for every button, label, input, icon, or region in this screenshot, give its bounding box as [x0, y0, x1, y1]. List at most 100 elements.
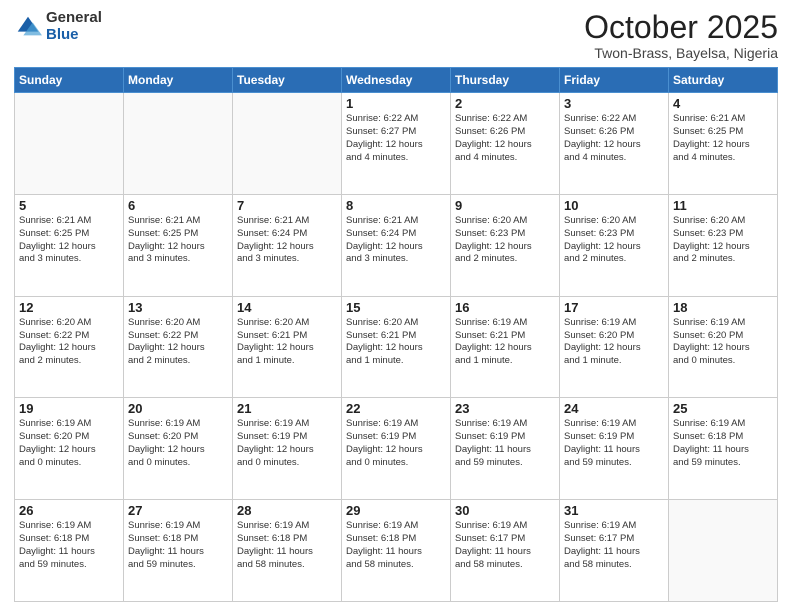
- day-number: 9: [455, 198, 555, 213]
- day-number: 3: [564, 96, 664, 111]
- day-info: Sunrise: 6:19 AM Sunset: 6:19 PM Dayligh…: [237, 418, 337, 469]
- day-info: Sunrise: 6:19 AM Sunset: 6:20 PM Dayligh…: [564, 317, 664, 368]
- day-number: 2: [455, 96, 555, 111]
- day-info: Sunrise: 6:19 AM Sunset: 6:18 PM Dayligh…: [128, 520, 228, 571]
- day-number: 1: [346, 96, 446, 111]
- day-info: Sunrise: 6:19 AM Sunset: 6:19 PM Dayligh…: [455, 418, 555, 469]
- day-info: Sunrise: 6:19 AM Sunset: 6:19 PM Dayligh…: [346, 418, 446, 469]
- calendar-header-thursday: Thursday: [451, 68, 560, 93]
- day-info: Sunrise: 6:19 AM Sunset: 6:17 PM Dayligh…: [564, 520, 664, 571]
- day-number: 15: [346, 300, 446, 315]
- day-info: Sunrise: 6:19 AM Sunset: 6:17 PM Dayligh…: [455, 520, 555, 571]
- calendar-cell: 21 Sunrise: 6:19 AM Sunset: 6:19 PM Dayli…: [233, 398, 342, 500]
- calendar-cell: 9 Sunrise: 6:20 AM Sunset: 6:23 PM Daylig…: [451, 194, 560, 296]
- day-number: 11: [673, 198, 773, 213]
- day-number: 10: [564, 198, 664, 213]
- calendar-cell: 14 Sunrise: 6:20 AM Sunset: 6:21 PM Dayli…: [233, 296, 342, 398]
- day-number: 25: [673, 401, 773, 416]
- day-number: 30: [455, 503, 555, 518]
- day-info: Sunrise: 6:20 AM Sunset: 6:23 PM Dayligh…: [673, 215, 773, 266]
- day-info: Sunrise: 6:21 AM Sunset: 6:25 PM Dayligh…: [19, 215, 119, 266]
- day-info: Sunrise: 6:20 AM Sunset: 6:22 PM Dayligh…: [128, 317, 228, 368]
- calendar-cell: [124, 93, 233, 195]
- day-info: Sunrise: 6:21 AM Sunset: 6:24 PM Dayligh…: [237, 215, 337, 266]
- day-info: Sunrise: 6:19 AM Sunset: 6:18 PM Dayligh…: [19, 520, 119, 571]
- calendar-cell: 23 Sunrise: 6:19 AM Sunset: 6:19 PM Dayli…: [451, 398, 560, 500]
- day-number: 17: [564, 300, 664, 315]
- day-number: 18: [673, 300, 773, 315]
- day-number: 19: [19, 401, 119, 416]
- subtitle: Twon-Brass, Bayelsa, Nigeria: [584, 45, 778, 61]
- calendar-cell: 13 Sunrise: 6:20 AM Sunset: 6:22 PM Dayli…: [124, 296, 233, 398]
- main-title: October 2025: [584, 10, 778, 45]
- calendar-cell: 26 Sunrise: 6:19 AM Sunset: 6:18 PM Dayli…: [15, 500, 124, 602]
- day-number: 14: [237, 300, 337, 315]
- calendar-cell: 19Sunrise: 6:19 AM Sunset: 6:20 PM Dayli…: [15, 398, 124, 500]
- calendar-cell: [233, 93, 342, 195]
- day-number: 27: [128, 503, 228, 518]
- day-number: 26: [19, 503, 119, 518]
- day-info: Sunrise: 6:19 AM Sunset: 6:18 PM Dayligh…: [237, 520, 337, 571]
- day-info: Sunrise: 6:19 AM Sunset: 6:20 PM Dayligh…: [128, 418, 228, 469]
- calendar-cell: 5Sunrise: 6:21 AM Sunset: 6:25 PM Daylig…: [15, 194, 124, 296]
- title-block: October 2025 Twon-Brass, Bayelsa, Nigeri…: [584, 10, 778, 61]
- day-info: Sunrise: 6:20 AM Sunset: 6:23 PM Dayligh…: [455, 215, 555, 266]
- day-info: Sunrise: 6:20 AM Sunset: 6:21 PM Dayligh…: [237, 317, 337, 368]
- day-info: Sunrise: 6:21 AM Sunset: 6:24 PM Dayligh…: [346, 215, 446, 266]
- logo-icon: [14, 13, 42, 41]
- calendar-table: SundayMondayTuesdayWednesdayThursdayFrid…: [14, 67, 778, 602]
- logo-text: General Blue: [46, 10, 102, 43]
- calendar-cell: 8 Sunrise: 6:21 AM Sunset: 6:24 PM Daylig…: [342, 194, 451, 296]
- calendar-cell: 4 Sunrise: 6:21 AM Sunset: 6:25 PM Daylig…: [669, 93, 778, 195]
- calendar-cell: 12Sunrise: 6:20 AM Sunset: 6:22 PM Dayli…: [15, 296, 124, 398]
- day-number: 29: [346, 503, 446, 518]
- day-number: 22: [346, 401, 446, 416]
- day-number: 24: [564, 401, 664, 416]
- day-number: 13: [128, 300, 228, 315]
- day-number: 8: [346, 198, 446, 213]
- calendar-header-tuesday: Tuesday: [233, 68, 342, 93]
- day-info: Sunrise: 6:20 AM Sunset: 6:22 PM Dayligh…: [19, 317, 119, 368]
- calendar-cell: 25Sunrise: 6:19 AM Sunset: 6:18 PM Dayli…: [669, 398, 778, 500]
- calendar-cell: 7Sunrise: 6:21 AM Sunset: 6:24 PM Daylig…: [233, 194, 342, 296]
- day-info: Sunrise: 6:19 AM Sunset: 6:19 PM Dayligh…: [564, 418, 664, 469]
- day-info: Sunrise: 6:21 AM Sunset: 6:25 PM Dayligh…: [128, 215, 228, 266]
- calendar-cell: 16 Sunrise: 6:19 AM Sunset: 6:21 PM Dayli…: [451, 296, 560, 398]
- header: General Blue October 2025 Twon-Brass, Ba…: [14, 10, 778, 61]
- calendar-header-friday: Friday: [560, 68, 669, 93]
- calendar-cell: 30 Sunrise: 6:19 AM Sunset: 6:17 PM Dayli…: [451, 500, 560, 602]
- calendar-cell: 1 Sunrise: 6:22 AM Sunset: 6:27 PM Daylig…: [342, 93, 451, 195]
- page: General Blue October 2025 Twon-Brass, Ba…: [0, 0, 792, 612]
- day-number: 28: [237, 503, 337, 518]
- calendar-cell: [15, 93, 124, 195]
- calendar-header-saturday: Saturday: [669, 68, 778, 93]
- calendar-cell: 31Sunrise: 6:19 AM Sunset: 6:17 PM Dayli…: [560, 500, 669, 602]
- day-info: Sunrise: 6:22 AM Sunset: 6:27 PM Dayligh…: [346, 113, 446, 164]
- day-info: Sunrise: 6:19 AM Sunset: 6:21 PM Dayligh…: [455, 317, 555, 368]
- day-number: 4: [673, 96, 773, 111]
- calendar-cell: 10 Sunrise: 6:20 AM Sunset: 6:23 PM Dayli…: [560, 194, 669, 296]
- day-number: 20: [128, 401, 228, 416]
- day-number: 23: [455, 401, 555, 416]
- calendar-cell: 29Sunrise: 6:19 AM Sunset: 6:18 PM Dayli…: [342, 500, 451, 602]
- calendar-cell: 27 Sunrise: 6:19 AM Sunset: 6:18 PM Dayli…: [124, 500, 233, 602]
- calendar-cell: 22 Sunrise: 6:19 AM Sunset: 6:19 PM Dayli…: [342, 398, 451, 500]
- day-info: Sunrise: 6:21 AM Sunset: 6:25 PM Dayligh…: [673, 113, 773, 164]
- calendar-week-5: 26 Sunrise: 6:19 AM Sunset: 6:18 PM Dayli…: [15, 500, 778, 602]
- logo-blue-text: Blue: [46, 27, 102, 44]
- day-info: Sunrise: 6:20 AM Sunset: 6:21 PM Dayligh…: [346, 317, 446, 368]
- calendar-cell: 11 Sunrise: 6:20 AM Sunset: 6:23 PM Dayli…: [669, 194, 778, 296]
- calendar-week-1: 1 Sunrise: 6:22 AM Sunset: 6:27 PM Daylig…: [15, 93, 778, 195]
- day-number: 6: [128, 198, 228, 213]
- day-info: Sunrise: 6:20 AM Sunset: 6:23 PM Dayligh…: [564, 215, 664, 266]
- calendar-cell: 15 Sunrise: 6:20 AM Sunset: 6:21 PM Dayli…: [342, 296, 451, 398]
- calendar-week-4: 19 Sunrise: 6:19 AM Sunset: 6:20 PM Dayli…: [15, 398, 778, 500]
- calendar-cell: 20 Sunrise: 6:19 AM Sunset: 6:20 PM Dayli…: [124, 398, 233, 500]
- day-number: 16: [455, 300, 555, 315]
- calendar-week-2: 5Sunrise: 6:21 AM Sunset: 6:25 PM Daylig…: [15, 194, 778, 296]
- calendar-header-monday: Monday: [124, 68, 233, 93]
- calendar-cell: 28 Sunrise: 6:19 AM Sunset: 6:18 PM Dayli…: [233, 500, 342, 602]
- calendar-week-3: 12Sunrise: 6:20 AM Sunset: 6:22 PM Dayli…: [15, 296, 778, 398]
- logo: General Blue: [14, 10, 102, 43]
- day-number: 21: [237, 401, 337, 416]
